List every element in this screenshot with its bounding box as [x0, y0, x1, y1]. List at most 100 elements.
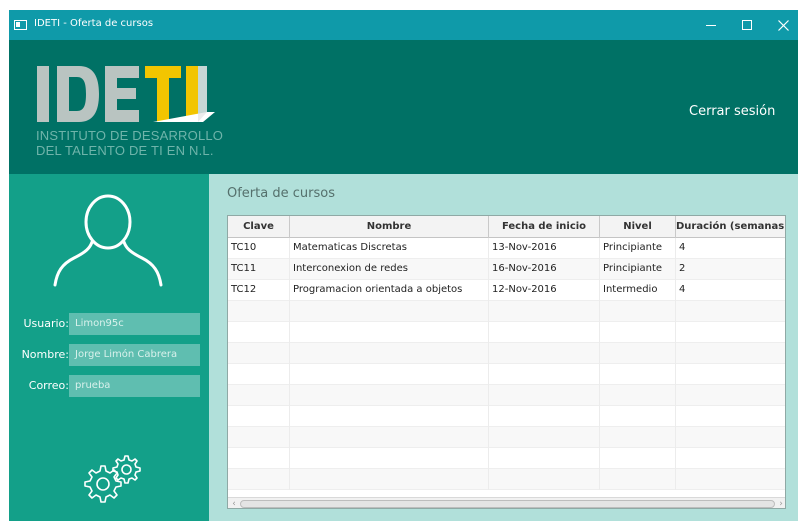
cell-empty: [600, 406, 676, 427]
cell-empty: [228, 427, 290, 448]
table-row-empty: [228, 469, 785, 490]
table-row-empty: [228, 364, 785, 385]
field-label-usuario: Usuario:: [23, 317, 69, 330]
cell-empty: [290, 301, 489, 322]
field-label-nombre: Nombre:: [21, 348, 69, 361]
cell-clave: TC11: [228, 259, 290, 280]
column-header-clave[interactable]: Clave: [228, 216, 290, 238]
cell-empty: [489, 448, 600, 469]
column-header-nivel[interactable]: Nivel: [600, 216, 676, 238]
close-icon: [777, 19, 789, 31]
cell-nombre: Interconexion de redes: [290, 259, 489, 280]
table-row-empty: [228, 322, 785, 343]
cell-empty: [228, 301, 290, 322]
cell-empty: [228, 406, 290, 427]
field-usuario: Usuario: Limon95c: [9, 313, 209, 335]
table-row-empty: [228, 448, 785, 469]
cell-empty: [600, 427, 676, 448]
courses-table: Clave Nombre Fecha de inicio Nivel Durac…: [227, 215, 786, 509]
usuario-field[interactable]: Limon95c: [69, 313, 200, 335]
cell-empty: [290, 322, 489, 343]
column-header-duracion[interactable]: Duración (semanas): [676, 216, 785, 238]
logo-subtitle-line1: INSTITUTO DE DESARROLLO: [36, 128, 224, 143]
column-header-nombre[interactable]: Nombre: [290, 216, 489, 238]
logout-link[interactable]: Cerrar sesión: [689, 104, 775, 119]
cell-empty: [489, 322, 600, 343]
cell-empty: [290, 427, 489, 448]
minimize-icon: [706, 24, 716, 26]
gears-icon[interactable]: [79, 454, 141, 506]
cell-nivel: Principiante: [600, 238, 676, 259]
cell-empty: [489, 469, 600, 490]
app-header: INSTITUTO DE DESARROLLO DEL TALENTO DE T…: [9, 40, 798, 174]
table-row[interactable]: TC10 Matematicas Discretas 13-Nov-2016 P…: [228, 238, 785, 259]
cell-empty: [228, 448, 290, 469]
cell-duracion: 4: [679, 284, 686, 295]
cell-empty: [290, 406, 489, 427]
field-correo: Correo: prueba: [9, 375, 209, 397]
table-row-empty: [228, 406, 785, 427]
table-body: TC10 Matematicas Discretas 13-Nov-2016 P…: [228, 238, 785, 490]
cell-empty: [290, 448, 489, 469]
cell-fecha: 16-Nov-2016: [489, 259, 600, 280]
title-bar: IDETI - Oferta de cursos: [9, 10, 798, 40]
table-row-empty: [228, 427, 785, 448]
cell-empty: [290, 343, 489, 364]
close-button[interactable]: [765, 10, 798, 40]
scrollbar-thumb[interactable]: [240, 500, 775, 508]
maximize-button[interactable]: [729, 10, 765, 40]
main-content: Oferta de cursos Clave Nombre Fecha de i…: [209, 174, 798, 521]
cell-empty: [228, 385, 290, 406]
cell-empty: [290, 385, 489, 406]
user-sidebar: Usuario: Limon95c Nombre: Jorge Limón Ca…: [9, 174, 209, 521]
cell-empty: [290, 469, 489, 490]
cell-nombre: Programacion orientada a objetos: [290, 280, 489, 301]
cell-empty: [600, 448, 676, 469]
horizontal-scrollbar[interactable]: ‹ ›: [228, 497, 785, 508]
cell-empty: [489, 427, 600, 448]
cell-empty: [600, 385, 676, 406]
nombre-field[interactable]: Jorge Limón Cabrera: [69, 344, 200, 366]
ideti-logo-mark: [37, 66, 215, 122]
field-nombre: Nombre: Jorge Limón Cabrera: [9, 344, 209, 366]
user-silhouette-icon: [53, 194, 163, 287]
table-row-empty: [228, 301, 785, 322]
window-title: IDETI - Oferta de cursos: [34, 18, 154, 29]
scroll-right-icon[interactable]: ›: [775, 498, 785, 508]
app-window: IDETI - Oferta de cursos INSTITUTO DE DE…: [9, 10, 798, 521]
cell-empty: [600, 343, 676, 364]
cell-empty: [489, 406, 600, 427]
cell-empty: [228, 322, 290, 343]
cell-fecha: 12-Nov-2016: [489, 280, 600, 301]
correo-field[interactable]: prueba: [69, 375, 200, 397]
cell-nivel: Intermedio: [600, 280, 676, 301]
page-title: Oferta de cursos: [227, 186, 335, 201]
ideti-logo: INSTITUTO DE DESARROLLO DEL TALENTO DE T…: [35, 62, 225, 162]
cell-empty: [228, 343, 290, 364]
cell-empty: [228, 469, 290, 490]
maximize-icon: [742, 20, 752, 30]
cell-empty: [600, 469, 676, 490]
cell-duracion: 2: [679, 263, 686, 274]
logo-subtitle-line2: DEL TALENTO DE TI EN N.L.: [36, 143, 214, 158]
minimize-button[interactable]: [693, 10, 729, 40]
cell-clave: TC12: [228, 280, 290, 301]
scroll-left-icon[interactable]: ‹: [228, 498, 240, 508]
cell-empty: [489, 364, 600, 385]
cell-fecha: 13-Nov-2016: [489, 238, 600, 259]
cell-empty: [489, 301, 600, 322]
cell-empty: [290, 364, 489, 385]
cell-clave: TC10: [228, 238, 290, 259]
app-window-icon: [14, 20, 27, 30]
table-row[interactable]: TC12 Programacion orientada a objetos 12…: [228, 280, 785, 301]
column-header-fecha[interactable]: Fecha de inicio: [489, 216, 600, 238]
cell-empty: [600, 364, 676, 385]
cell-nivel: Principiante: [600, 259, 676, 280]
cell-nombre: Matematicas Discretas: [290, 238, 489, 259]
table-row-empty: [228, 343, 785, 364]
field-label-correo: Correo:: [28, 379, 69, 392]
cell-empty: [489, 385, 600, 406]
cell-empty: [600, 301, 676, 322]
table-row-empty: [228, 385, 785, 406]
table-row[interactable]: TC11 Interconexion de redes 16-Nov-2016 …: [228, 259, 785, 280]
